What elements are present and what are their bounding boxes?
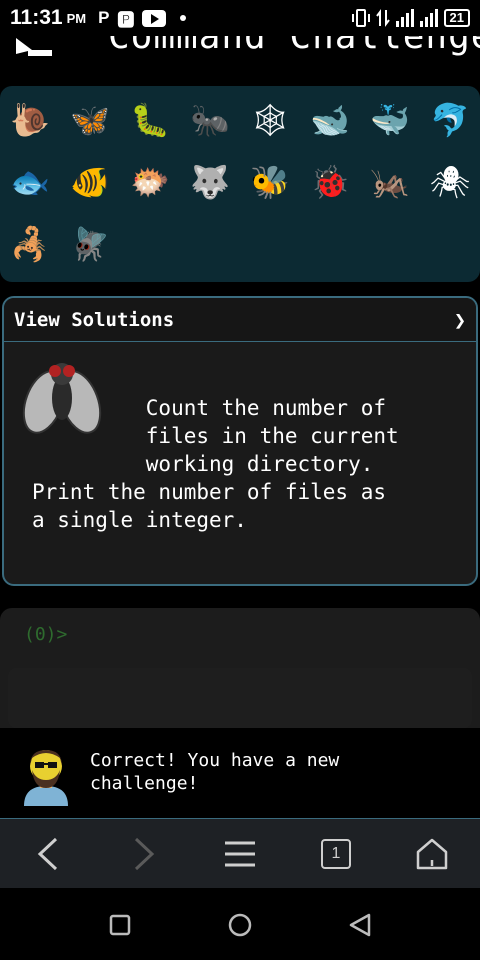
view-solutions-label: View Solutions	[14, 308, 175, 331]
battery-icon: 21	[443, 9, 470, 27]
android-nav	[0, 888, 480, 960]
caterpillar-icon[interactable]: 🐛	[126, 100, 174, 140]
fly-icon[interactable]: 🪰	[66, 224, 114, 264]
notification-icons: P 🅿	[98, 6, 187, 31]
browser-bar: 1	[0, 818, 480, 888]
message-row: Correct! You have a new challenge!	[0, 728, 480, 818]
command-input[interactable]	[8, 668, 472, 728]
butterfly-icon[interactable]: 🦋	[66, 100, 114, 140]
recents-button[interactable]	[105, 910, 135, 940]
forward-button[interactable]	[120, 831, 168, 877]
challenge-text: Count the number of files in the current…	[32, 396, 399, 532]
back-nav-button[interactable]	[345, 910, 375, 940]
menu-button[interactable]	[216, 831, 264, 877]
signal-icon	[395, 9, 414, 27]
parking-icon: 🅿	[117, 10, 135, 30]
terminal: (0)>	[0, 608, 480, 728]
spider-web-icon[interactable]: 🕸	[246, 100, 294, 140]
ladybug-icon[interactable]: 🐞	[306, 162, 354, 202]
signal-2-icon	[419, 9, 438, 27]
terminal-prompt: (0)>	[24, 624, 68, 645]
message-text: Correct! You have a new challenge!	[90, 750, 340, 794]
tabs-button[interactable]: 1	[312, 831, 360, 877]
data-arrows-icon	[375, 9, 390, 27]
youtube-icon	[142, 9, 167, 27]
fish-icon[interactable]: 🐟	[6, 162, 54, 202]
home-nav-button[interactable]	[225, 910, 255, 940]
back-button[interactable]	[24, 831, 72, 877]
hamburger-icon	[225, 841, 255, 867]
chevron-right-icon	[134, 837, 155, 871]
home-button[interactable]	[408, 831, 456, 877]
status-time: 11:31	[10, 6, 63, 29]
status-bar: 11:31 PM P 🅿 21	[0, 0, 480, 36]
chevron-right-icon: ❯	[453, 307, 466, 332]
blowfish-icon[interactable]: 🐡	[126, 162, 174, 202]
scorpion-icon[interactable]: 🦂	[6, 224, 54, 264]
tab-count: 1	[321, 839, 351, 869]
creatures-panel: 🐌 🦋 🐛 🐜 🕸 🐋 🐳 🐬 🐟 🐠 🐡 🐺 🐝 🐞 🦗 🕷 🦂 🪰	[0, 86, 480, 282]
chevron-left-icon	[37, 837, 58, 871]
vibrate-icon	[351, 9, 370, 27]
challenge-card: View Solutions ❯ Count the number of fil…	[2, 296, 478, 586]
spouting-whale-icon[interactable]: 🐳	[366, 100, 414, 140]
ant-icon[interactable]: 🐜	[186, 100, 234, 140]
dolphin-icon[interactable]: 🐬	[426, 100, 474, 140]
avatar	[24, 750, 68, 806]
snail-icon[interactable]: 🐌	[6, 100, 54, 140]
app-header: Command Challenge	[0, 36, 480, 76]
page-title: Command Challenge	[108, 36, 480, 57]
cricket-icon[interactable]: 🦗	[366, 162, 414, 202]
home-icon	[416, 838, 448, 870]
status-right: 21	[351, 8, 470, 28]
view-solutions-button[interactable]: View Solutions ❯	[4, 298, 476, 342]
spider-icon[interactable]: 🕷	[426, 162, 474, 202]
whale-icon[interactable]: 🐋	[306, 100, 354, 140]
wolf-icon[interactable]: 🐺	[186, 162, 234, 202]
tropical-fish-icon[interactable]: 🐠	[66, 162, 114, 202]
status-ampm: PM	[66, 10, 87, 26]
bee-icon[interactable]: 🐝	[246, 162, 294, 202]
menu-icon[interactable]	[14, 36, 54, 60]
dot-icon	[180, 15, 187, 21]
p-icon: P	[98, 8, 110, 27]
